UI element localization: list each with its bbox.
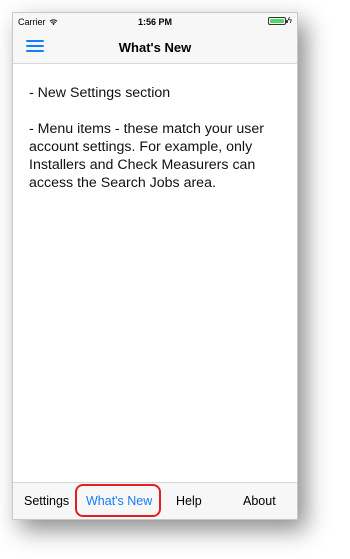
tab-settings[interactable]: Settings bbox=[24, 494, 69, 508]
status-bar: Carrier 1:56 PM ϟ bbox=[13, 13, 297, 31]
tab-help[interactable]: Help bbox=[176, 494, 202, 508]
screenshot-stage: Carrier 1:56 PM ϟ What's New - New Setti… bbox=[0, 0, 350, 559]
navigation-bar: What's New bbox=[13, 31, 297, 64]
battery-indicator: ϟ bbox=[267, 16, 292, 25]
status-time: 1:56 PM bbox=[137, 17, 172, 27]
whats-new-content: - New Settings section - Menu items - th… bbox=[29, 84, 281, 210]
charging-bolt-icon: ϟ bbox=[287, 16, 292, 25]
whats-new-item: - Menu items - these match your user acc… bbox=[29, 121, 264, 191]
page-title: What's New bbox=[118, 40, 192, 55]
battery-fill bbox=[269, 19, 284, 23]
phone-screen: Carrier 1:56 PM ϟ What's New - New Setti… bbox=[12, 12, 298, 520]
whats-new-item: - New Settings section bbox=[29, 85, 171, 101]
highlight-annotation-ring bbox=[75, 484, 161, 517]
battery-icon bbox=[267, 17, 288, 25]
tab-about[interactable]: About bbox=[243, 494, 276, 508]
battery-tip bbox=[285, 20, 288, 23]
